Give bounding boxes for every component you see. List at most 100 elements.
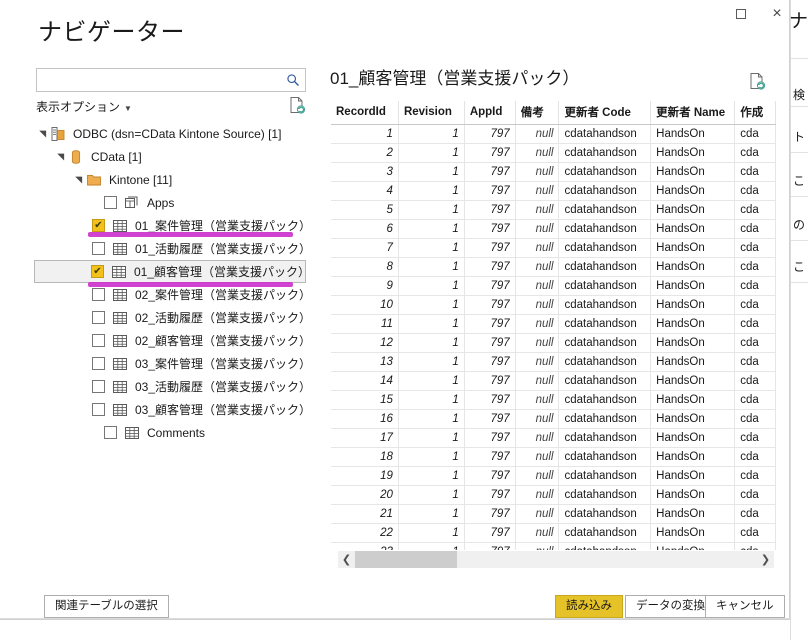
table-row[interactable]: 31797nullcdatahandsonHandsOncda [331, 163, 776, 182]
load-button[interactable]: 読み込み [555, 595, 623, 618]
select-related-tables-button[interactable]: 関連テーブルの選択 [44, 595, 169, 618]
table-cell: null [515, 163, 559, 182]
table-row[interactable]: 21797nullcdatahandsonHandsOncda [331, 144, 776, 163]
tree-item-label: 01_案件管理（営業支援パック） [135, 220, 311, 232]
table-row[interactable]: 131797nullcdatahandsonHandsOncda [331, 353, 776, 372]
table-row[interactable]: 211797nullcdatahandsonHandsOncda [331, 505, 776, 524]
table-cell: null [515, 448, 559, 467]
table-row[interactable]: 221797nullcdatahandsonHandsOncda [331, 524, 776, 543]
tree-item-checkbox[interactable] [92, 311, 105, 324]
maximize-button[interactable] [726, 0, 756, 28]
scrollbar-track[interactable] [355, 551, 757, 568]
table-row[interactable]: 151797nullcdatahandsonHandsOncda [331, 391, 776, 410]
expander-collapse-icon[interactable]: ◢ [72, 174, 84, 186]
tree-item[interactable]: ◢Kintone [11] [36, 168, 306, 191]
tree-item-checkbox[interactable] [92, 334, 105, 347]
tree-item-checkbox[interactable] [92, 403, 105, 416]
tree-item[interactable]: ◢CData [1] [36, 145, 306, 168]
column-header[interactable]: RecordId [331, 101, 398, 125]
column-header[interactable]: 更新者 Name [651, 101, 735, 125]
table-row[interactable]: 161797nullcdatahandsonHandsOncda [331, 410, 776, 429]
tree-item[interactable]: Comments [36, 421, 306, 444]
table-row[interactable]: 191797nullcdatahandsonHandsOncda [331, 467, 776, 486]
table-cell: 23 [331, 543, 398, 551]
tree-item-checkbox[interactable] [104, 426, 117, 439]
table-icon [112, 287, 128, 303]
table-cell: 21 [331, 505, 398, 524]
tree-item-checkbox[interactable] [92, 288, 105, 301]
tree-item-checkbox[interactable] [92, 357, 105, 370]
column-header[interactable]: AppId [464, 101, 515, 125]
table-row[interactable]: 71797nullcdatahandsonHandsOncda [331, 239, 776, 258]
table-row[interactable]: 181797nullcdatahandsonHandsOncda [331, 448, 776, 467]
table-cell: 1 [398, 353, 464, 372]
table-cell: 1 [398, 372, 464, 391]
scroll-left-arrow-icon[interactable]: ❮ [338, 551, 355, 568]
table-cell: 1 [398, 429, 464, 448]
transform-data-button[interactable]: データの変換 [625, 595, 716, 618]
scrollbar-thumb[interactable] [355, 551, 457, 568]
table-row[interactable]: 81797nullcdatahandsonHandsOncda [331, 258, 776, 277]
tree-item[interactable]: 01_顧客管理（営業支援パック） [34, 260, 306, 283]
table-row[interactable]: 91797nullcdatahandsonHandsOncda [331, 277, 776, 296]
table-cell: HandsOn [651, 543, 735, 551]
column-header[interactable]: Revision [398, 101, 464, 125]
table-cell: HandsOn [651, 334, 735, 353]
column-header[interactable]: 作成 [735, 101, 776, 125]
tree-item-checkbox[interactable] [104, 196, 117, 209]
table-cell: null [515, 258, 559, 277]
tree-item-label: Comments [147, 427, 205, 439]
bg-text-0: 検 [793, 86, 805, 103]
scroll-right-arrow-icon[interactable]: ❯ [757, 551, 774, 568]
column-header[interactable]: 更新者 Code [559, 101, 651, 125]
table-row[interactable]: 11797nullcdatahandsonHandsOncda [331, 125, 776, 144]
table-row[interactable]: 121797nullcdatahandsonHandsOncda [331, 334, 776, 353]
table-cell: cdatahandson [559, 334, 651, 353]
expander-collapse-icon[interactable]: ◢ [36, 128, 48, 140]
cancel-button[interactable]: キャンセル [705, 595, 785, 618]
table-row[interactable]: 231797nullcdatahandsonHandsOncda [331, 543, 776, 551]
tree-item[interactable]: 02_顧客管理（営業支援パック） [36, 329, 306, 352]
search-box[interactable] [36, 68, 306, 92]
table-cell: cdatahandson [559, 391, 651, 410]
tree-item[interactable]: 02_活動履歴（営業支援パック） [36, 306, 306, 329]
table-cell: cdatahandson [559, 315, 651, 334]
table-row[interactable]: 201797nullcdatahandsonHandsOncda [331, 486, 776, 505]
table-cell: 797 [464, 144, 515, 163]
tree-item[interactable]: 01_活動履歴（営業支援パック） [36, 237, 306, 260]
tree-item[interactable]: 03_案件管理（営業支援パック） [36, 352, 306, 375]
table-cell: 1 [398, 220, 464, 239]
table-row[interactable]: 171797nullcdatahandsonHandsOncda [331, 429, 776, 448]
column-header[interactable]: 備考 [515, 101, 559, 125]
preview-table: RecordIdRevisionAppId備考更新者 Code更新者 Name作… [331, 101, 776, 550]
table-cell: null [515, 467, 559, 486]
tree-item-checkbox[interactable] [92, 380, 105, 393]
expander-collapse-icon[interactable]: ◢ [54, 151, 66, 163]
table-icon [112, 402, 128, 418]
table-row[interactable]: 41797nullcdatahandsonHandsOncda [331, 182, 776, 201]
table-cell: 1 [398, 163, 464, 182]
tree-item-checkbox[interactable] [91, 265, 104, 278]
table-cell: cda [735, 163, 776, 182]
tree-item-checkbox[interactable] [92, 219, 105, 232]
tree-item[interactable]: Apps [36, 191, 306, 214]
table-row[interactable]: 101797nullcdatahandsonHandsOncda [331, 296, 776, 315]
close-icon: × [772, 5, 781, 23]
tree-item-checkbox[interactable] [92, 242, 105, 255]
refresh-left-icon[interactable] [288, 96, 306, 114]
tree-item[interactable]: 03_顧客管理（営業支援パック） [36, 398, 306, 421]
table-row[interactable]: 51797nullcdatahandsonHandsOncda [331, 201, 776, 220]
table-row[interactable]: 141797nullcdatahandsonHandsOncda [331, 372, 776, 391]
horizontal-scrollbar[interactable]: ❮ ❯ [338, 551, 774, 568]
table-cell: HandsOn [651, 353, 735, 372]
table-row[interactable]: 61797nullcdatahandsonHandsOncda [331, 220, 776, 239]
search-input[interactable] [42, 71, 280, 89]
close-button[interactable]: × [762, 0, 792, 28]
table-cell: HandsOn [651, 296, 735, 315]
table-row[interactable]: 111797nullcdatahandsonHandsOncda [331, 315, 776, 334]
tree-item[interactable]: 03_活動履歴（営業支援パック） [36, 375, 306, 398]
table-cell: HandsOn [651, 201, 735, 220]
refresh-preview-icon[interactable] [748, 72, 766, 90]
display-options-dropdown[interactable]: 表示オプション▼ [36, 98, 132, 115]
tree-item[interactable]: ◢ODBC (dsn=CData Kintone Source) [1] [36, 122, 306, 145]
